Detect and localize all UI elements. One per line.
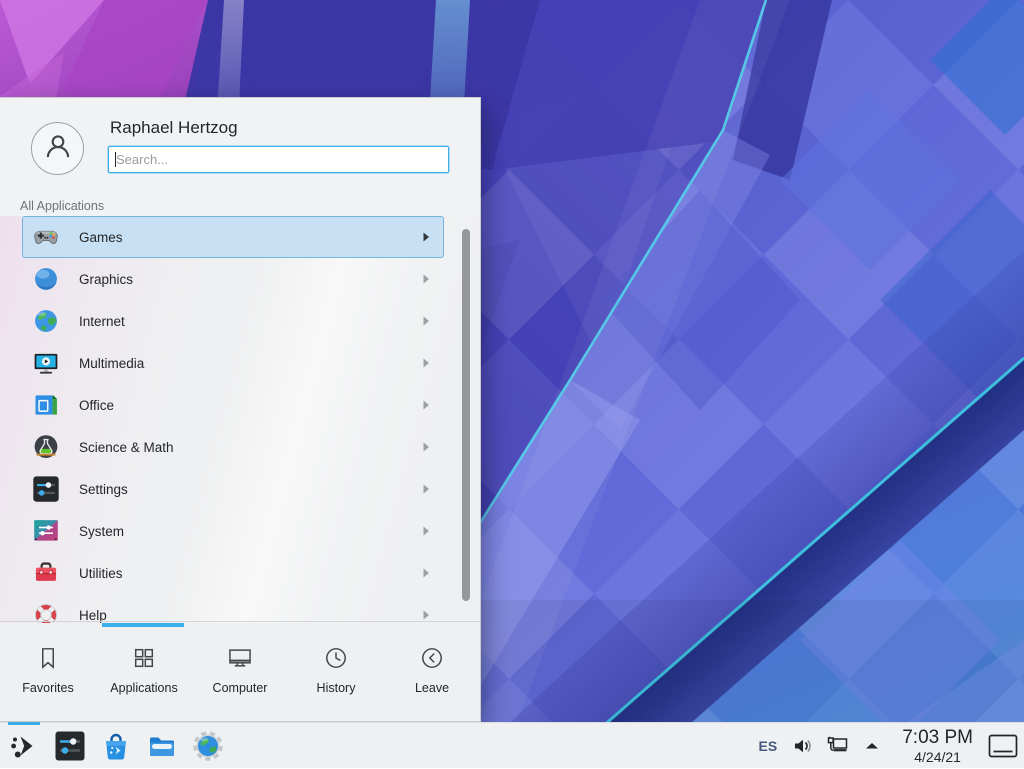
tray-icon[interactable] [826, 734, 850, 758]
chevron-right-icon [420, 525, 432, 537]
search-input[interactable] [108, 146, 449, 173]
category-item-science-math[interactable]: Science & Math [22, 426, 444, 468]
scrollbar-track[interactable] [462, 216, 471, 620]
taskbar-app-web-browser[interactable] [192, 730, 224, 762]
user-name: Raphael Hertzog [110, 118, 238, 138]
category-item-help[interactable]: Help [22, 594, 444, 623]
clock-time: 7:03 PM [902, 728, 973, 747]
chevron-right-icon [420, 483, 432, 495]
chevron-right-icon [420, 609, 432, 621]
chevron-right-icon [420, 357, 432, 369]
taskbar-apps [8, 730, 224, 762]
category-item-office[interactable]: Office [22, 384, 444, 426]
tray-icons [792, 734, 894, 758]
taskbar-app-file-manager[interactable] [146, 730, 178, 762]
launcher-tab-bar: Favorites Applications Computer History … [0, 621, 480, 721]
category-item-system[interactable]: System [22, 510, 444, 552]
taskbar-app-system-settings[interactable] [54, 730, 86, 762]
user-avatar[interactable] [31, 122, 84, 175]
settings-icon [32, 475, 60, 503]
application-launcher-menu: Raphael Hertzog All Applications Games G… [0, 97, 481, 722]
launcher-tab-computer[interactable]: Computer [192, 622, 288, 721]
kde-launcher-icon [8, 730, 40, 762]
chevron-right-icon [420, 315, 432, 327]
folder-icon [146, 730, 178, 762]
category-item-settings[interactable]: Settings [22, 468, 444, 510]
computer-icon [226, 644, 254, 672]
system-tray: ES 7:03 PM 4/24/21 [759, 723, 1019, 769]
chevron-right-icon [420, 231, 432, 243]
clock-date: 4/24/21 [902, 750, 973, 764]
text-caret [115, 152, 116, 167]
utilities-icon [32, 559, 60, 587]
chevron-right-icon [420, 273, 432, 285]
category-item-utilities[interactable]: Utilities [22, 552, 444, 594]
graphics-icon [32, 265, 60, 293]
chevron-right-icon [420, 399, 432, 411]
help-icon [32, 601, 60, 623]
games-icon [32, 223, 60, 251]
active-task-indicator [8, 722, 40, 725]
leave-icon [418, 644, 446, 672]
show-desktop-widget[interactable] [987, 733, 1019, 759]
launcher-tab-favorites[interactable]: Favorites [0, 622, 96, 721]
settings-sliders-icon [54, 730, 86, 762]
taskbar-app-application-launcher[interactable] [8, 730, 40, 762]
science-icon [32, 433, 60, 461]
keyboard-layout-indicator[interactable]: ES [759, 738, 778, 754]
launcher-tab-leave[interactable]: Leave [384, 622, 480, 721]
launcher-tab-history[interactable]: History [288, 622, 384, 721]
multimedia-icon [32, 349, 60, 377]
system-icon [32, 517, 60, 545]
chevron-right-icon [420, 567, 432, 579]
taskbar-panel: ES 7:03 PM 4/24/21 [0, 722, 1024, 768]
section-label: All Applications [20, 199, 104, 213]
launcher-tab-applications[interactable]: Applications [96, 622, 192, 721]
discover-bag-icon [100, 730, 132, 762]
category-list: Games Graphics Internet Multimedia [0, 216, 480, 623]
history-icon [322, 644, 350, 672]
taskbar-app-discover[interactable] [100, 730, 132, 762]
user-avatar-icon [41, 129, 75, 168]
tray-icon[interactable] [792, 734, 816, 758]
office-icon [32, 391, 60, 419]
tray-icon[interactable] [860, 734, 884, 758]
applications-icon [130, 644, 158, 672]
digital-clock[interactable]: 7:03 PM 4/24/21 [902, 728, 973, 764]
category-item-internet[interactable]: Internet [22, 300, 444, 342]
category-item-games[interactable]: Games [22, 216, 444, 258]
chevron-right-icon [420, 441, 432, 453]
globe-gear-icon [192, 730, 224, 762]
category-item-multimedia[interactable]: Multimedia [22, 342, 444, 384]
scrollbar-handle[interactable] [462, 229, 470, 601]
category-item-graphics[interactable]: Graphics [22, 258, 444, 300]
internet-icon [32, 307, 60, 335]
favorites-icon [34, 644, 62, 672]
